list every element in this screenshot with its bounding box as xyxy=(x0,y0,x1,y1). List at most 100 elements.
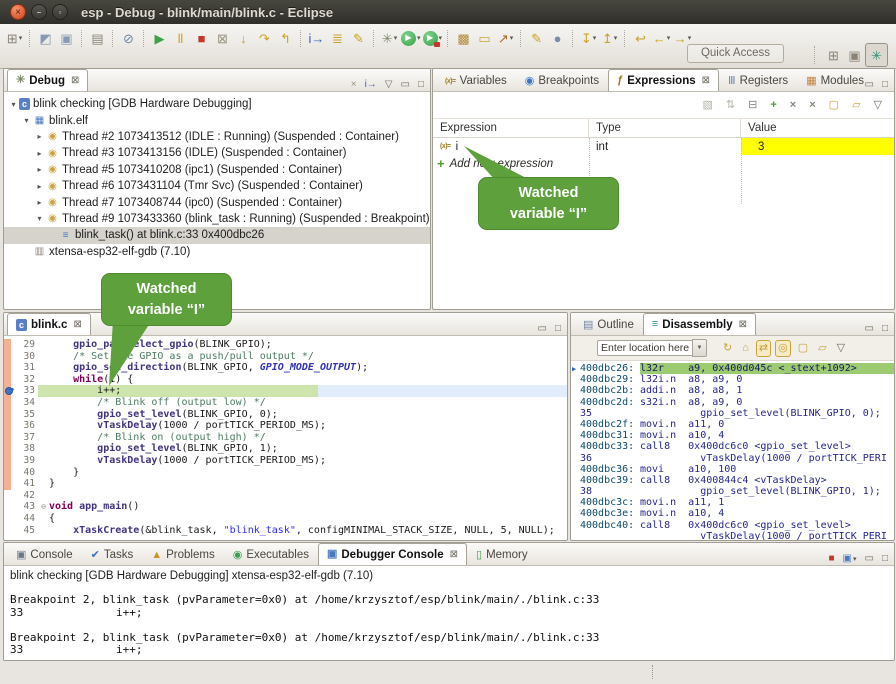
expression-row[interactable]: (x)=iint3 xyxy=(433,138,894,155)
code-line-29[interactable]: 29 gpio_pad_select_gpio(BLINK_GPIO); xyxy=(4,339,567,351)
debug-tree-item[interactable]: ▾▦blink.elf xyxy=(4,112,430,128)
line-number[interactable]: 41 xyxy=(11,478,38,490)
sphere-icon[interactable]: ● xyxy=(547,27,568,49)
next-annotation-dropdown-icon[interactable]: ▾ xyxy=(593,34,597,42)
terminate-icon[interactable]: ■ xyxy=(191,27,212,49)
view-menu-icon[interactable]: ▽ xyxy=(872,99,884,112)
maximize-icon[interactable]: □ xyxy=(882,318,888,336)
skip-all-breakpoints-icon[interactable]: ⊘ xyxy=(118,27,139,49)
tab-disassembly[interactable]: ≡Disassembly⊠ xyxy=(643,313,756,335)
quick-access-button[interactable]: Quick Access xyxy=(687,44,784,63)
debug-tree-item[interactable]: ▸◉Thread #7 1073408744 (ipc0) (Suspended… xyxy=(4,194,430,210)
location-dropdown-icon[interactable]: ▼ xyxy=(692,339,707,357)
debug-tree-item[interactable]: ▸◉Thread #6 1073431104 (Tmr Svc) (Suspen… xyxy=(4,178,430,194)
code-line-37[interactable]: 37 /* Blink on (output high) */ xyxy=(4,432,567,444)
last-edit-location-icon[interactable]: ↩ xyxy=(630,27,651,49)
tab-executables[interactable]: ◉Executables xyxy=(224,544,318,565)
minimize-icon[interactable]: ▭ xyxy=(865,74,874,92)
close-tab-icon[interactable]: ⊠ xyxy=(71,75,79,86)
column-header-expression[interactable]: Expression xyxy=(433,119,589,137)
code-line-31[interactable]: 31 gpio_set_direction(BLINK_GPIO, GPIO_M… xyxy=(4,362,567,374)
line-number[interactable]: 29 xyxy=(11,339,38,351)
expander-icon[interactable]: ▸ xyxy=(34,198,45,207)
show-layout-icon[interactable]: ≣ xyxy=(327,27,348,49)
line-number[interactable]: 39 xyxy=(11,455,38,467)
code-line-41[interactable]: 41} xyxy=(4,478,567,490)
disassembly-line[interactable]: 400dbc36:movi a10, 100 xyxy=(571,464,894,475)
close-tab-icon[interactable]: ⊠ xyxy=(450,549,458,560)
tab-registers[interactable]: ⅢRegisters xyxy=(719,70,797,91)
tab-outline[interactable]: ▤Outline xyxy=(574,314,643,335)
expander-icon[interactable]: ▸ xyxy=(34,182,45,191)
tab-breakpoints[interactable]: ◉Breakpoints xyxy=(516,70,608,91)
line-number[interactable]: 40 xyxy=(11,467,38,479)
code-line-30[interactable]: 30 /* Set the GPIO as a push/pull output… xyxy=(4,351,567,363)
remove-expression-icon[interactable]: × xyxy=(788,99,798,112)
tab-blink-c[interactable]: cblink.c⊠ xyxy=(7,313,91,335)
instruction-stepping-icon[interactable]: i→ xyxy=(365,74,377,92)
use-step-filters-icon[interactable]: ✎ xyxy=(348,27,369,49)
step-into-icon[interactable]: ↓ xyxy=(233,27,254,49)
debug-dropdown-icon[interactable]: ▾ xyxy=(394,34,398,42)
line-number[interactable]: 32 xyxy=(11,374,38,386)
tab-expressions[interactable]: ƒExpressions⊠ xyxy=(608,69,719,91)
debug-tree-item[interactable]: ≡blink_task() at blink.c:33 0x400dbc26 xyxy=(4,227,430,243)
line-number[interactable]: 33 xyxy=(11,385,38,397)
code-line-44[interactable]: 44{ xyxy=(4,513,567,525)
cpp-perspective-icon[interactable]: ▣ xyxy=(844,44,865,66)
disassembly-line[interactable]: 400dbc2d:s32i.n a8, a9, 0 xyxy=(571,397,894,408)
pin-view-icon[interactable]: ▱ xyxy=(815,340,829,357)
line-number[interactable]: 43 xyxy=(11,501,38,513)
line-number[interactable]: 38 xyxy=(11,443,38,455)
code-line-40[interactable]: 40 } xyxy=(4,467,567,479)
maximize-icon[interactable]: □ xyxy=(418,74,424,92)
line-number[interactable]: 30 xyxy=(11,351,38,363)
show-logical-structure-icon[interactable]: ⇅ xyxy=(724,99,737,112)
tab-debugger-console[interactable]: ▣Debugger Console⊠ xyxy=(318,543,467,565)
external-tools-icon[interactable]: ▶▾ xyxy=(422,27,444,49)
close-tab-icon[interactable]: ⊠ xyxy=(702,75,710,86)
disassembly-line[interactable]: 35 gpio_set_level(BLINK_GPIO, 0); xyxy=(571,408,894,419)
code-line-45[interactable]: 45 xTaskCreate(&blink_task, "blink_task"… xyxy=(4,525,567,537)
window-maximize-button[interactable]: ▫ xyxy=(52,4,68,20)
expander-icon[interactable]: ▸ xyxy=(34,132,45,141)
disconnect-icon[interactable]: ⊠ xyxy=(212,27,233,49)
disassembly-line[interactable]: 400dbc33:call8 0x400dc6c0 <gpio_set_leve… xyxy=(571,441,894,452)
step-return-icon[interactable]: ↰ xyxy=(275,27,296,49)
line-number[interactable]: 45 xyxy=(11,525,38,537)
debug-perspective-icon[interactable]: ✳ xyxy=(865,43,888,67)
line-number[interactable]: 31 xyxy=(11,362,38,374)
run-icon[interactable]: ▶▾ xyxy=(400,27,422,49)
back-dropdown-icon[interactable]: ▾ xyxy=(667,34,671,42)
code-line-33[interactable]: 33 i++;→ xyxy=(4,385,567,397)
location-input[interactable] xyxy=(597,340,692,356)
previous-annotation-dropdown-icon[interactable]: ▾ xyxy=(614,34,618,42)
run-dropdown-icon[interactable]: ▾ xyxy=(417,34,421,42)
close-tab-icon[interactable]: ⊠ xyxy=(73,319,81,330)
view-menu-icon[interactable]: ▽ xyxy=(385,74,393,92)
debug-tree-item[interactable]: ▸◉Thread #5 1073410208 (ipc1) (Suspended… xyxy=(4,162,430,178)
maximize-icon[interactable]: □ xyxy=(882,74,888,92)
expander-icon[interactable]: ▾ xyxy=(21,116,32,125)
expander-icon[interactable]: ▾ xyxy=(8,100,19,109)
display-selected-console-icon[interactable]: ▣▾ xyxy=(843,548,857,566)
external-tools-dropdown-icon[interactable]: ▾ xyxy=(439,34,443,42)
line-number[interactable]: 44 xyxy=(11,513,38,525)
disassembly-line[interactable]: 400dbc2f:movi.n a11, 0 xyxy=(571,419,894,430)
disassembly-line[interactable]: 400dbc29:l32i.n a8, a9, 0 xyxy=(571,374,894,385)
new-view-icon[interactable]: ▢ xyxy=(827,99,841,112)
add-expression-row[interactable]: +Add new expression xyxy=(433,155,894,172)
disassembly-line[interactable]: 400dbc39:call8 0x400844c4 <vTaskDelay> xyxy=(571,475,894,486)
column-header-value[interactable]: Value xyxy=(741,119,892,137)
value-cell[interactable]: 3 xyxy=(741,138,894,155)
tab-memory[interactable]: ▯Memory xyxy=(467,544,537,565)
new-wizard-icon[interactable]: ⊞▾ xyxy=(4,27,25,49)
disassembly-line[interactable]: 400dbc40:call8 0x400dc6c0 <gpio_set_leve… xyxy=(571,520,894,531)
line-number[interactable]: 36 xyxy=(11,420,38,432)
debug-tree-item[interactable]: ▸◉Thread #2 1073413512 (IDLE : Running) … xyxy=(4,129,430,145)
fold-icon[interactable]: ⊖ xyxy=(38,501,49,513)
close-tab-icon[interactable]: ⊠ xyxy=(739,319,747,330)
collapse-all-icon[interactable]: ⊟ xyxy=(746,99,759,112)
sync-active-context-icon[interactable]: ⇄ xyxy=(756,340,771,357)
minimize-icon[interactable]: ▭ xyxy=(401,74,410,92)
